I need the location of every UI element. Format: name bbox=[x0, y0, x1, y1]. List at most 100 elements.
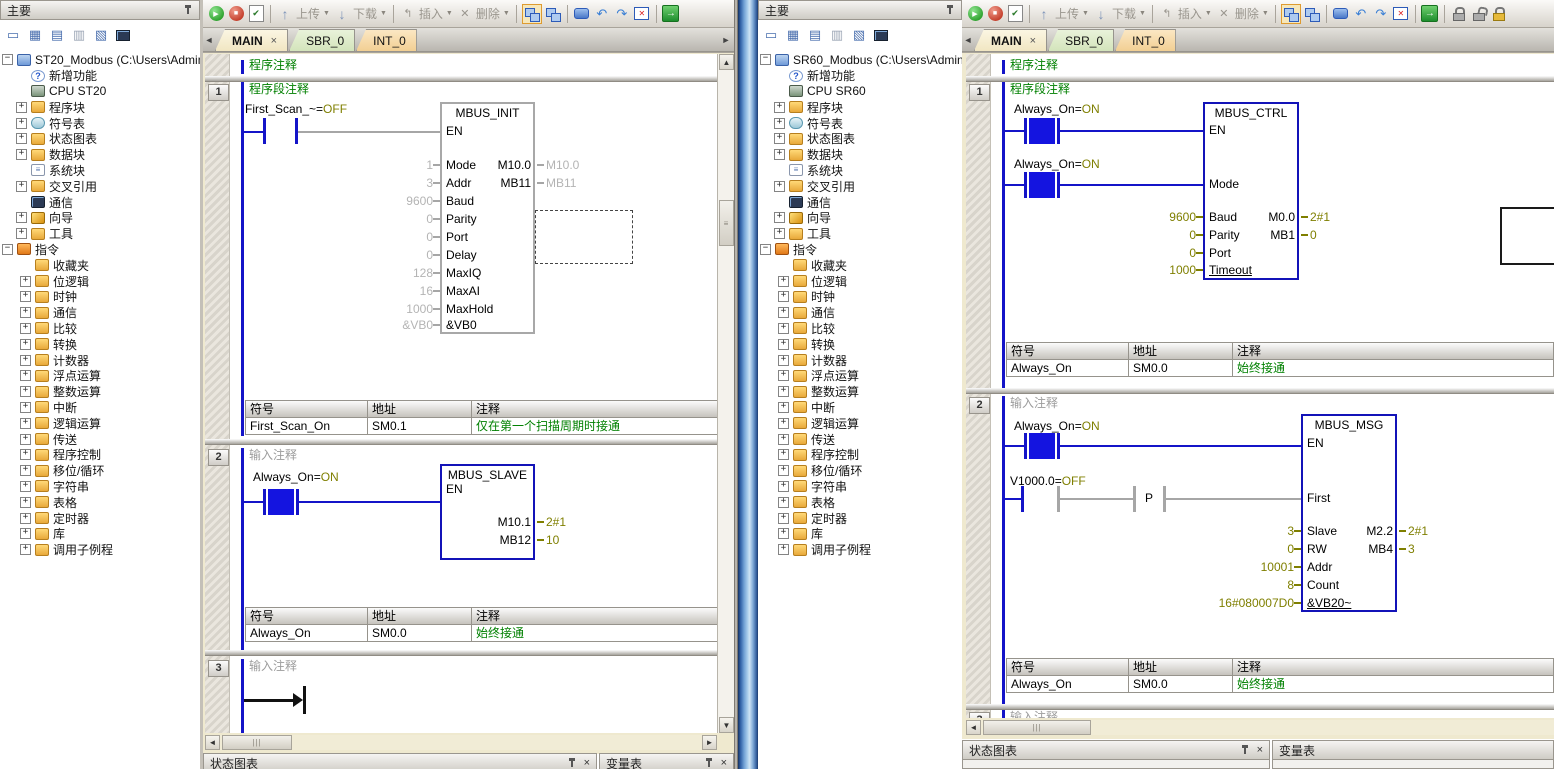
expand-toggle-icon[interactable]: + bbox=[16, 133, 27, 144]
comment-cell[interactable]: 始终接通 bbox=[1233, 676, 1553, 692]
expand-toggle-icon[interactable]: + bbox=[20, 386, 31, 397]
tree-item-program-block[interactable]: +程序块 bbox=[0, 99, 200, 115]
upload-button[interactable]: ↑ bbox=[276, 4, 294, 24]
network-title[interactable]: 输入注释 bbox=[1010, 710, 1058, 718]
expand-toggle-icon[interactable]: + bbox=[778, 449, 789, 460]
tree-item-status-chart[interactable]: +状态图表 bbox=[758, 131, 962, 147]
tree-item-cpu[interactable]: CPU SR60 bbox=[758, 84, 962, 100]
expand-toggle-icon[interactable]: + bbox=[20, 402, 31, 413]
insert-dropdown-icon[interactable]: ▼ bbox=[1205, 10, 1212, 17]
symbol-cell[interactable]: First_Scan_On bbox=[246, 418, 368, 434]
status-chart-panel-left[interactable]: 状态图表 × bbox=[203, 753, 597, 769]
download-dropdown-icon[interactable]: ▼ bbox=[380, 10, 387, 17]
tree-item-wizard[interactable]: +向导 bbox=[0, 210, 200, 226]
tree-item-communication[interactable]: 通信 bbox=[758, 194, 962, 210]
pou-cascade-button-active[interactable] bbox=[1281, 4, 1301, 24]
expand-toggle-icon[interactable]: + bbox=[778, 481, 789, 492]
expand-toggle-icon[interactable]: + bbox=[20, 481, 31, 492]
xref-view-icon[interactable]: ▧ bbox=[90, 25, 112, 45]
tree-item-call-subroutine[interactable]: +调用子例程 bbox=[758, 542, 962, 558]
clear-bookmarks-button[interactable]: ✕ bbox=[633, 4, 651, 24]
tree-item-system-block[interactable]: 系统块 bbox=[758, 163, 962, 179]
expand-toggle-icon[interactable]: + bbox=[20, 355, 31, 366]
expand-toggle-icon[interactable]: + bbox=[778, 528, 789, 539]
expand-toggle-icon[interactable]: + bbox=[778, 497, 789, 508]
tree-item-table[interactable]: +表格 bbox=[0, 494, 200, 510]
tree-item-float-math[interactable]: +浮点运算 bbox=[758, 368, 962, 384]
tree-item-symbol-table[interactable]: +符号表 bbox=[758, 115, 962, 131]
network-number[interactable]: 2 bbox=[208, 449, 229, 466]
expand-toggle-icon[interactable]: + bbox=[20, 418, 31, 429]
delete-button[interactable]: ✕ bbox=[1215, 4, 1233, 24]
pin-value[interactable]: 9600 bbox=[345, 194, 433, 208]
tree-item-libraries[interactable]: +库 bbox=[0, 526, 200, 542]
tab-scroll-right-icon[interactable]: ► bbox=[720, 29, 732, 51]
expand-toggle-icon[interactable]: + bbox=[16, 181, 27, 192]
expand-toggle-icon[interactable]: + bbox=[778, 291, 789, 302]
expand-toggle-icon[interactable]: − bbox=[2, 54, 13, 65]
compile-button[interactable]: ✔ bbox=[247, 4, 265, 24]
delete-dropdown-icon[interactable]: ▼ bbox=[1262, 10, 1269, 17]
address-cell[interactable]: SM0.1 bbox=[368, 418, 472, 434]
program-comment[interactable]: 程序注释 bbox=[249, 58, 297, 72]
pin-icon[interactable] bbox=[704, 758, 714, 768]
hscroll-thumb[interactable]: ||| bbox=[983, 720, 1091, 735]
download-button[interactable]: ↓ bbox=[1092, 4, 1110, 24]
scroll-left-icon[interactable]: ◄ bbox=[966, 720, 981, 735]
col-header[interactable]: 注释 bbox=[472, 401, 717, 417]
tree-item-move[interactable]: +传送 bbox=[0, 431, 200, 447]
pin-icon[interactable] bbox=[1240, 745, 1250, 755]
insert-label[interactable]: 插入 bbox=[419, 5, 443, 22]
tree-item-comm-instr[interactable]: +通信 bbox=[758, 305, 962, 321]
tree-item-data-block[interactable]: +数据块 bbox=[758, 147, 962, 163]
pin-value[interactable]: 1 bbox=[345, 158, 433, 172]
close-tab-icon[interactable]: × bbox=[1030, 35, 1036, 47]
pin-value[interactable]: 0 bbox=[345, 230, 433, 244]
expand-toggle-icon[interactable]: − bbox=[760, 244, 771, 255]
tree-item-program-control[interactable]: +程序控制 bbox=[0, 447, 200, 463]
pin-value[interactable]: 16 bbox=[345, 284, 433, 298]
expand-toggle-icon[interactable]: + bbox=[16, 212, 27, 223]
pin-value[interactable]: 10001 bbox=[1166, 560, 1294, 574]
tree-item-favorites[interactable]: 收藏夹 bbox=[0, 257, 200, 273]
tree-item-instructions[interactable]: −指令 bbox=[758, 242, 962, 258]
tree-item-integer-math[interactable]: +整数运算 bbox=[0, 384, 200, 400]
ladder-editor-right[interactable]: 程序注释 1 程序段注释 Always_On=ON Always_On=ON M… bbox=[966, 54, 1554, 718]
tree-item-instructions[interactable]: −指令 bbox=[0, 242, 200, 258]
pin-out-value[interactable]: MB11 bbox=[546, 176, 576, 190]
expand-toggle-icon[interactable]: + bbox=[774, 228, 785, 239]
tree-item-timers[interactable]: +定时器 bbox=[0, 510, 200, 526]
tab-sbr0[interactable]: SBR_0 bbox=[289, 29, 355, 51]
col-header[interactable]: 地址 bbox=[368, 608, 472, 624]
expand-toggle-icon[interactable]: + bbox=[774, 212, 785, 223]
col-header[interactable]: 注释 bbox=[1233, 343, 1553, 359]
tree-item-logic-ops[interactable]: +逻辑运算 bbox=[758, 415, 962, 431]
tree-item-tools[interactable]: +工具 bbox=[0, 226, 200, 242]
tree-item-string[interactable]: +字符串 bbox=[0, 479, 200, 495]
expand-toggle-icon[interactable]: + bbox=[778, 513, 789, 524]
password-lock-button[interactable] bbox=[1490, 4, 1508, 24]
pin-icon[interactable] bbox=[567, 758, 577, 768]
col-header[interactable]: 注释 bbox=[1233, 659, 1553, 675]
prev-bookmark-button[interactable]: ↶ bbox=[593, 4, 611, 24]
insert-button[interactable]: ↰ bbox=[1158, 4, 1176, 24]
download-label[interactable]: 下载 bbox=[1112, 5, 1136, 22]
tab-sbr0[interactable]: SBR_0 bbox=[1048, 29, 1114, 51]
goto-button[interactable]: → bbox=[662, 4, 680, 24]
stop-button[interactable]: ■ bbox=[986, 4, 1004, 24]
address-cell[interactable]: SM0.0 bbox=[1129, 676, 1233, 692]
pin-value[interactable]: 0 bbox=[345, 212, 433, 226]
expand-toggle-icon[interactable]: + bbox=[778, 276, 789, 287]
prev-bookmark-button[interactable]: ↶ bbox=[1352, 4, 1370, 24]
pin-value[interactable]: 9600 bbox=[1116, 210, 1196, 224]
lock-button[interactable] bbox=[1450, 4, 1468, 24]
tree-item-interrupt[interactable]: +中断 bbox=[758, 400, 962, 416]
expand-toggle-icon[interactable]: − bbox=[760, 54, 771, 65]
symbol-cell[interactable]: Always_On bbox=[246, 625, 368, 641]
insert-label[interactable]: 插入 bbox=[1178, 5, 1202, 22]
tree-item-logic-ops[interactable]: +逻辑运算 bbox=[0, 415, 200, 431]
tree-item-libraries[interactable]: +库 bbox=[758, 526, 962, 542]
pin-icon[interactable] bbox=[945, 5, 955, 15]
project-view-icon[interactable]: ▭ bbox=[2, 25, 24, 45]
tree-item-favorites[interactable]: 收藏夹 bbox=[758, 257, 962, 273]
